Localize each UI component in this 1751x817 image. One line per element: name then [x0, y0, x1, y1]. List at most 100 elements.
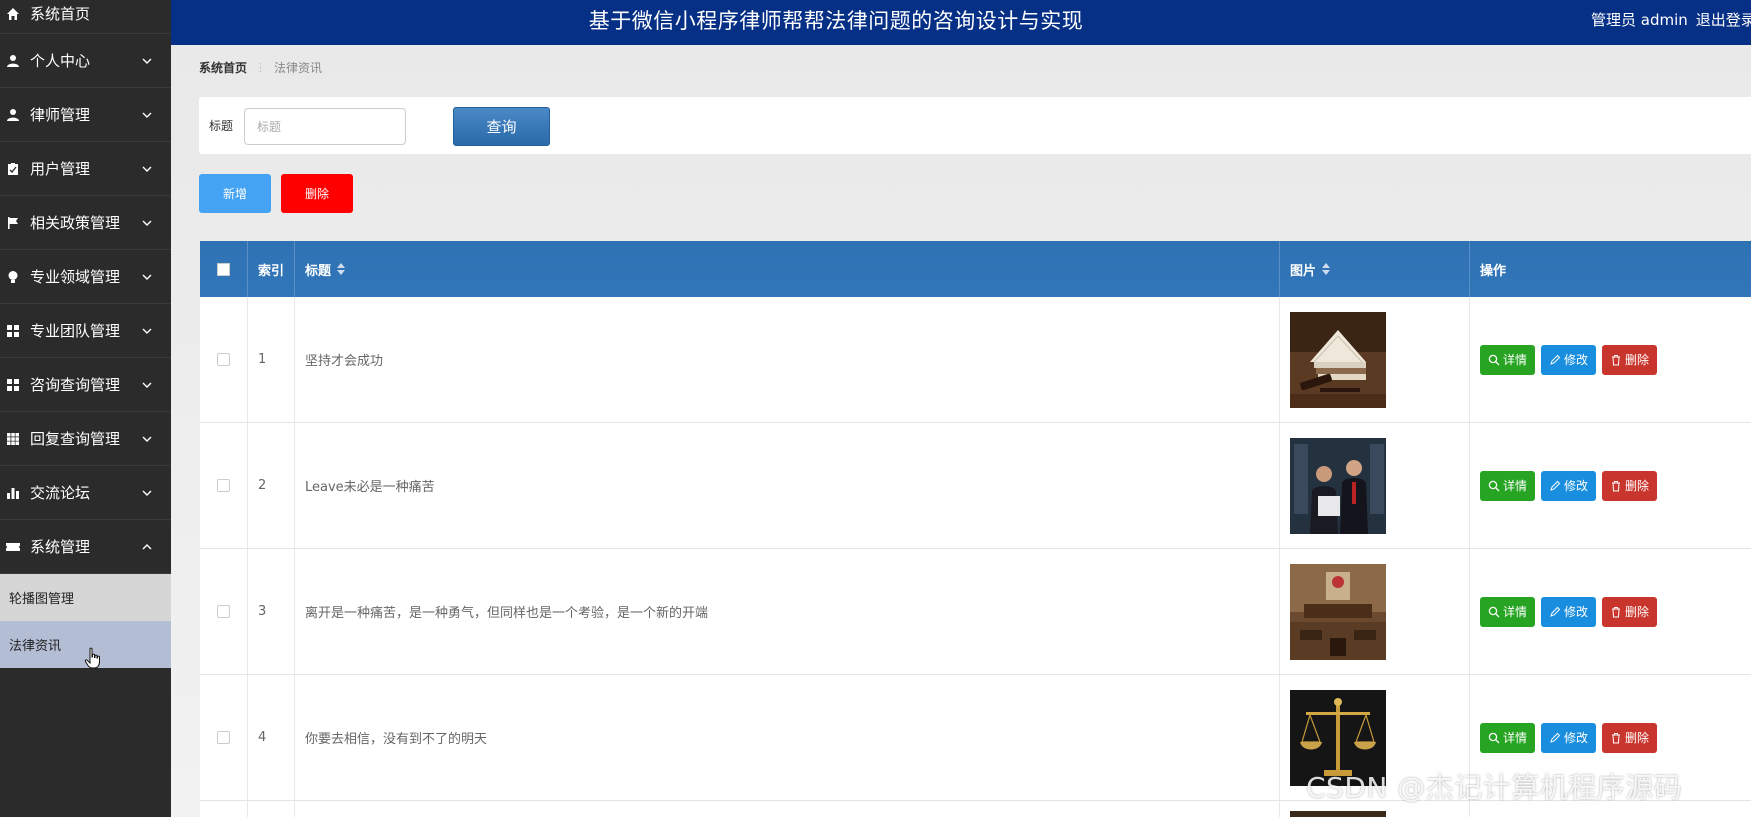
edit-label: 修改 — [1564, 731, 1589, 745]
column-header-image-label: 图片 — [1290, 263, 1317, 279]
detail-label: 详情 — [1503, 731, 1528, 745]
edit-button[interactable]: 修改 — [1541, 344, 1597, 375]
sidebar-item-team-management[interactable]: 专业团队管理 — [0, 304, 171, 358]
app-title: 基于微信小程序律师帮帮法律问题的咨询设计与实现 — [588, 9, 1084, 33]
detail-button[interactable]: 详情 — [1480, 596, 1536, 627]
row-title: 你要去相信，没有到不了的明天 — [295, 675, 1280, 800]
row-checkbox[interactable] — [217, 605, 230, 618]
delete-label: 删除 — [1625, 353, 1650, 367]
grid-icon — [2, 377, 24, 393]
sidebar-item-system-management[interactable]: 系统管理 — [0, 520, 171, 574]
edit-button[interactable]: 修改 — [1541, 722, 1597, 753]
delete-button[interactable]: 删除 — [1602, 596, 1658, 627]
sidebar-item-reply-management[interactable]: 回复查询管理 — [0, 412, 171, 466]
search-icon — [1488, 480, 1500, 491]
breadcrumb-separator: ⋮ — [255, 61, 267, 74]
row-index-empty — [248, 801, 295, 817]
breadcrumb-home[interactable]: 系统首页 — [199, 59, 247, 76]
select-all-checkbox[interactable] — [217, 262, 230, 276]
edit-button[interactable]: 修改 — [1541, 470, 1597, 501]
sidebar-subitem-carousel[interactable]: 轮播图管理 — [0, 574, 171, 621]
sidebar-item-label: 回复查询管理 — [30, 430, 121, 448]
sidebar-item-label: 律师管理 — [30, 106, 91, 124]
home-icon — [2, 6, 24, 22]
table-row: 2 Leave未必是一种痛苦 详情 修改 删除 — [200, 423, 1751, 549]
column-header-title[interactable]: 标题 — [295, 241, 1280, 297]
main-content: 系统首页 ⋮ 法律资讯 标题 查询 新增 删除 索引 标题 图片 操作 1 坚持… — [171, 45, 1751, 817]
row-actions: 详情 修改 删除 — [1470, 423, 1751, 548]
partial-thumbnail — [1290, 811, 1386, 817]
chevron-down-icon — [142, 166, 152, 172]
sidebar-item-label: 相关政策管理 — [30, 214, 121, 232]
select-all-cell — [200, 241, 248, 297]
lawyers-thumbnail[interactable] — [1290, 437, 1386, 534]
news-table: 索引 标题 图片 操作 1 坚持才会成功 详情 修改 删除 2 Leave未必是… — [200, 241, 1751, 817]
sort-icon[interactable] — [1322, 263, 1331, 275]
sidebar-item-label: 用户管理 — [30, 160, 91, 178]
detail-label: 详情 — [1503, 353, 1528, 367]
row-index: 2 — [248, 423, 295, 548]
courtroom-thumbnail[interactable] — [1290, 563, 1386, 660]
user-icon — [2, 53, 24, 69]
sort-icon[interactable] — [337, 263, 346, 275]
delete-button[interactable]: 删除 — [1602, 470, 1658, 501]
batch-delete-button[interactable]: 删除 — [281, 174, 353, 213]
ticket-icon — [2, 539, 24, 555]
row-actions: 详情 修改 删除 — [1470, 549, 1751, 674]
books-gavel-thumbnail[interactable] — [1290, 311, 1386, 408]
sidebar-item-policy-management[interactable]: 相关政策管理 — [0, 196, 171, 250]
pencil-icon — [1550, 480, 1561, 491]
row-select-cell — [200, 801, 248, 817]
chevron-down-icon — [142, 328, 152, 334]
sidebar-subitem-label: 法律资讯 — [9, 639, 62, 654]
grid-icon — [2, 323, 24, 339]
row-index: 4 — [248, 675, 295, 800]
sidebar-item-forum[interactable]: 交流论坛 — [0, 466, 171, 520]
search-panel: 标题 查询 — [199, 97, 1751, 154]
edit-button[interactable]: 修改 — [1541, 596, 1597, 627]
pencil-icon — [1550, 354, 1561, 365]
column-header-image[interactable]: 图片 — [1280, 241, 1470, 297]
sidebar-item-consult-management[interactable]: 咨询查询管理 — [0, 358, 171, 412]
table-row: 1 坚持才会成功 详情 修改 删除 — [200, 297, 1751, 423]
row-title-empty — [295, 801, 1280, 817]
user-area: 管理员 admin 退出登录 — [1591, 9, 1751, 30]
sidebar-item-label: 专业领域管理 — [30, 268, 121, 286]
row-select-cell — [200, 549, 248, 674]
trash-icon — [1612, 732, 1621, 743]
sidebar-subitem-legal-news[interactable]: 法律资讯 — [0, 621, 171, 669]
row-title: 坚持才会成功 — [295, 297, 1280, 422]
delete-button[interactable]: 删除 — [1602, 344, 1658, 375]
flag-icon — [2, 215, 24, 231]
row-select-cell — [200, 297, 248, 422]
title-search-input[interactable] — [244, 108, 406, 145]
sidebar-item-label: 系统管理 — [30, 538, 91, 556]
query-button[interactable]: 查询 — [453, 107, 550, 146]
bulb-icon — [2, 269, 24, 285]
detail-button[interactable]: 详情 — [1480, 344, 1536, 375]
row-checkbox[interactable] — [217, 479, 230, 492]
row-select-cell — [200, 423, 248, 548]
sidebar-item-field-management[interactable]: 专业领域管理 — [0, 250, 171, 304]
clipboard-icon — [2, 161, 24, 177]
row-image-cell — [1280, 423, 1470, 548]
delete-label: 删除 — [1625, 479, 1650, 493]
sidebar-item-lawyer-management[interactable]: 律师管理 — [0, 88, 171, 142]
trash-icon — [1612, 354, 1621, 365]
table-header: 索引 标题 图片 操作 — [200, 241, 1751, 297]
add-button[interactable]: 新增 — [199, 174, 271, 213]
row-checkbox[interactable] — [217, 731, 230, 744]
sidebar-item-home[interactable]: 系统首页 — [0, 0, 171, 34]
delete-button[interactable]: 删除 — [1602, 722, 1658, 753]
chevron-down-icon — [142, 490, 152, 496]
row-checkbox[interactable] — [217, 353, 230, 366]
sidebar-item-personal-center[interactable]: 个人中心 — [0, 34, 171, 88]
row-select-cell — [200, 675, 248, 800]
logout-link[interactable]: 退出登录 — [1696, 11, 1751, 29]
detail-button[interactable]: 详情 — [1480, 470, 1536, 501]
sidebar-item-user-management[interactable]: 用户管理 — [0, 142, 171, 196]
sidebar-subitem-label: 轮播图管理 — [9, 592, 75, 607]
detail-button[interactable]: 详情 — [1480, 722, 1536, 753]
search-icon — [1488, 732, 1500, 743]
pencil-icon — [1550, 732, 1561, 743]
